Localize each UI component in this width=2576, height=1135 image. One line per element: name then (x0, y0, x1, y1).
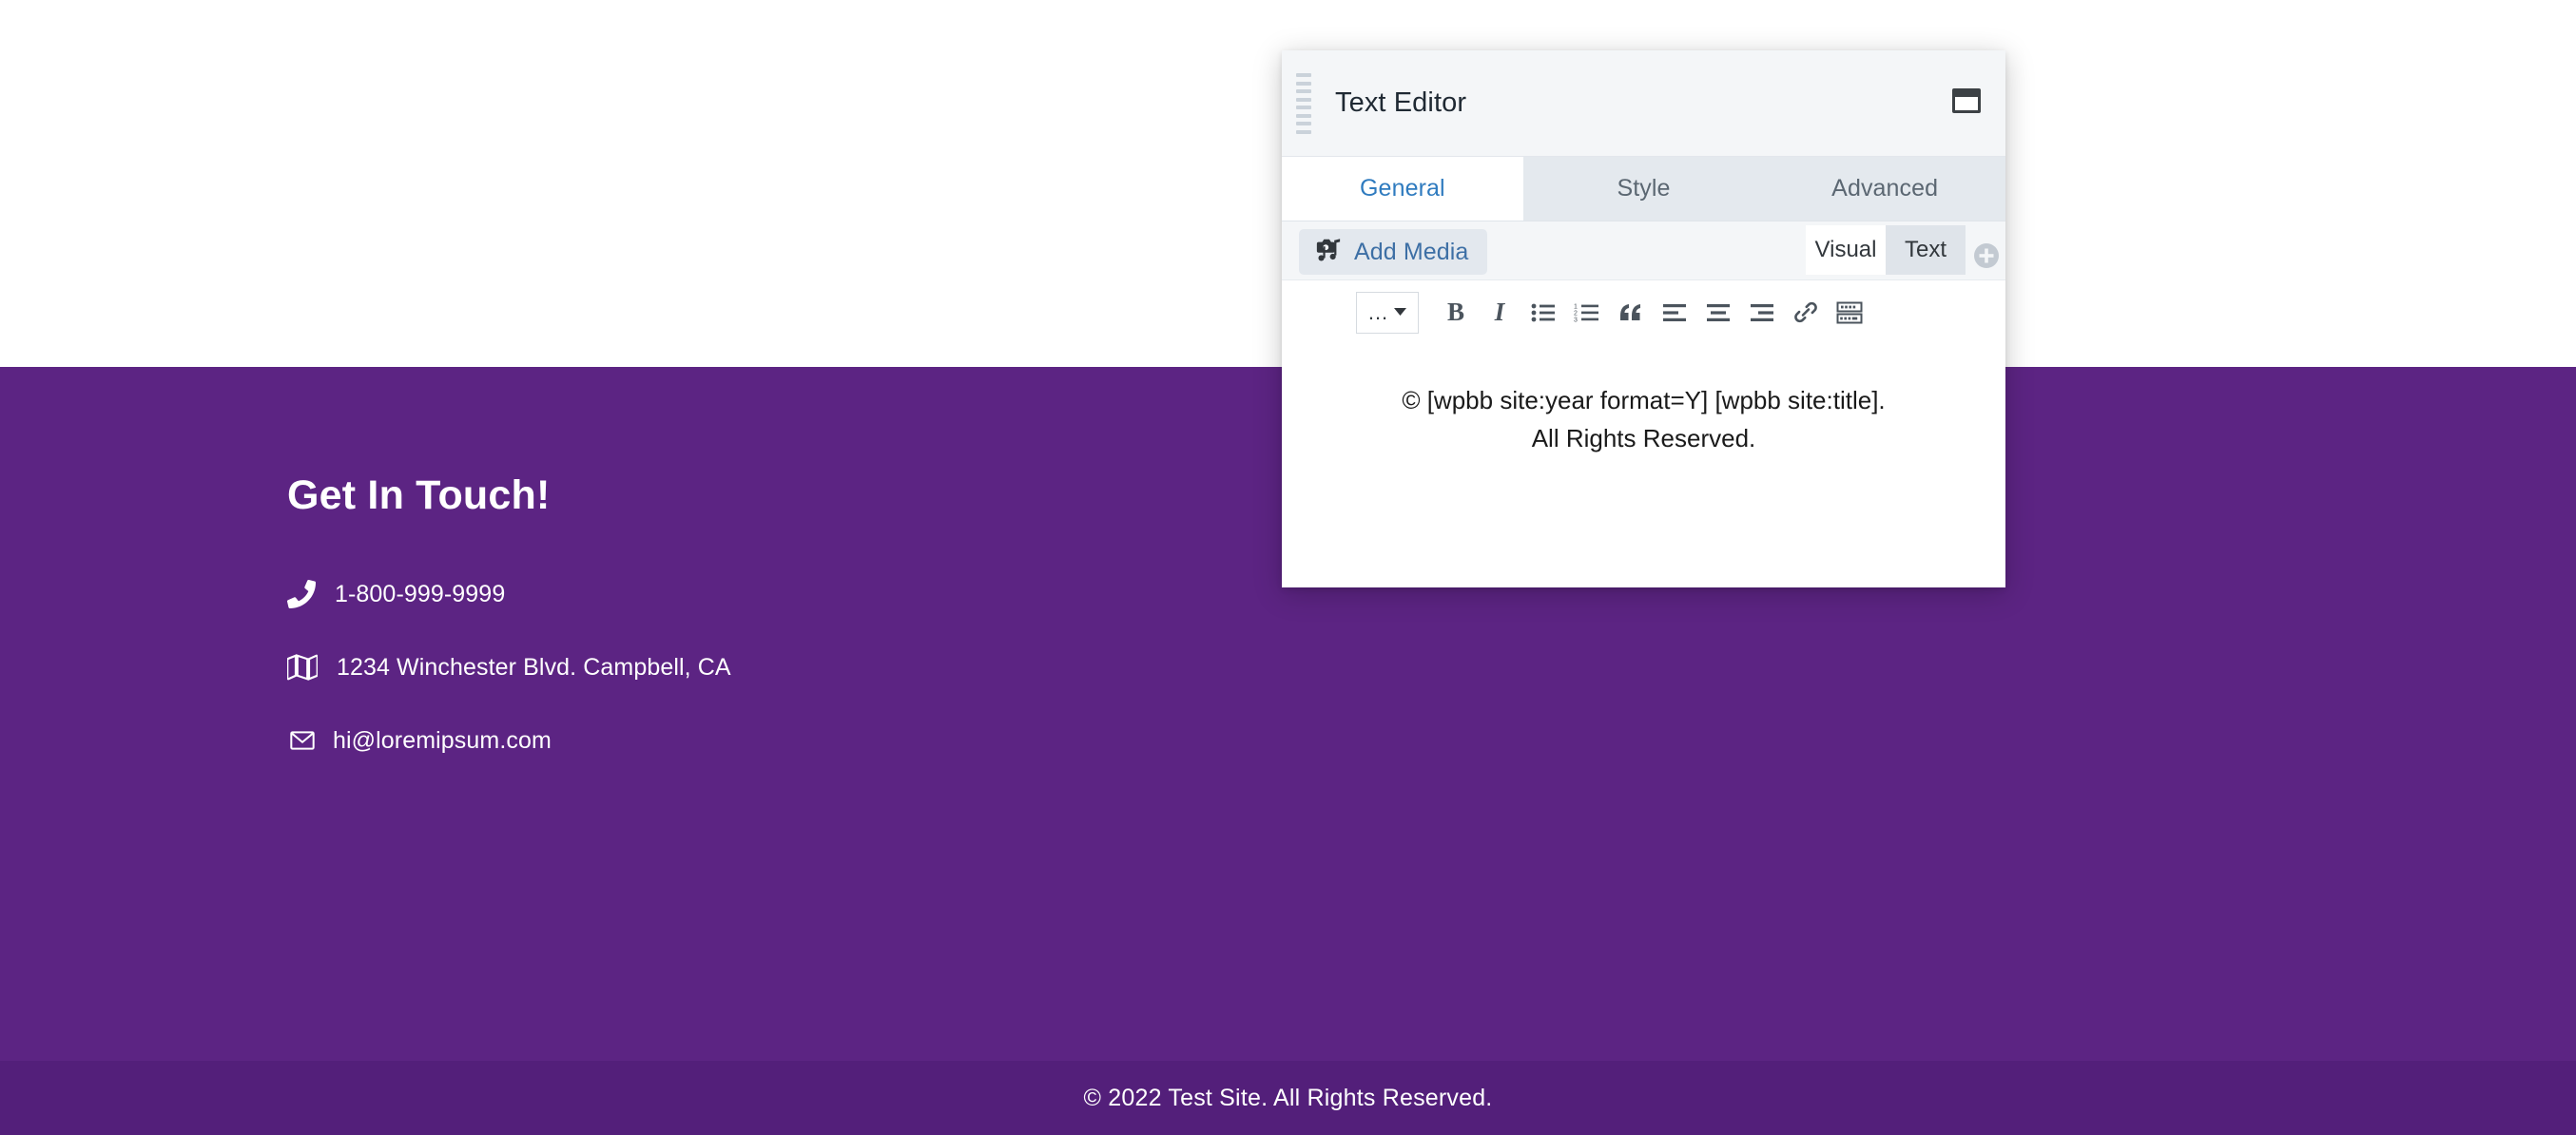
italic-button[interactable]: I (1480, 292, 1520, 334)
bold-button[interactable]: B (1436, 292, 1476, 334)
contact-text-phone: 1-800-999-9999 (327, 578, 505, 610)
contact-text-address: 1234 Winchester Blvd. Campbell, CA (327, 651, 731, 683)
envelope-icon (287, 728, 327, 753)
svg-text:1: 1 (1574, 303, 1578, 310)
contact-row-address[interactable]: 1234 Winchester Blvd. Campbell, CA (287, 651, 1333, 683)
paragraph-format-select[interactable]: ... (1356, 292, 1419, 334)
footer-contact-list: 1-800-999-9999 1234 Winchester Blvd. Cam… (287, 578, 1333, 757)
maximize-window-icon[interactable] (1950, 87, 1983, 115)
align-center-button[interactable] (1698, 292, 1738, 334)
site-copyright-bar: © 2022 Test Site. All Rights Reserved. (0, 1061, 2576, 1135)
add-media-button[interactable]: Add Media (1299, 229, 1487, 275)
format-toolbar: ... B I 1 2 (1282, 280, 2005, 345)
mode-tab-visual[interactable]: Visual (1806, 225, 1886, 275)
svg-text:2: 2 (1574, 310, 1578, 317)
dialog-header: Text Editor (1282, 50, 2005, 157)
paragraph-format-label: ... (1368, 308, 1388, 317)
expand-plus-icon[interactable] (1973, 242, 2000, 269)
bulleted-list-button[interactable] (1523, 292, 1563, 334)
editor-text-line-1: © [wpbb site:year format=Y] [wpbb site:t… (1329, 381, 1958, 419)
map-icon (287, 654, 327, 681)
svg-text:3: 3 (1574, 317, 1578, 323)
drag-handle-icon[interactable] (1293, 71, 1314, 136)
contact-row-email[interactable]: hi@loremipsum.com (287, 724, 1333, 757)
numbered-list-button[interactable]: 1 2 3 (1567, 292, 1607, 334)
tab-advanced-label: Advanced (1831, 175, 1938, 202)
add-media-label: Add Media (1354, 239, 1468, 266)
media-bar: Add Media Visual Text (1282, 221, 2005, 280)
contact-text-email: hi@loremipsum.com (327, 724, 552, 757)
dialog-title: Text Editor (1335, 87, 1466, 119)
dialog-tabs: General Style Advanced (1282, 157, 2005, 221)
chevron-down-icon (1394, 308, 1406, 317)
tab-general-label: General (1360, 175, 1445, 202)
footer-contact-block: Get In Touch! 1-800-999-9999 (287, 471, 1333, 798)
blockquote-button[interactable] (1611, 292, 1651, 334)
footer-heading: Get In Touch! (287, 471, 1333, 521)
phone-icon (287, 580, 327, 608)
contact-row-phone[interactable]: 1-800-999-9999 (287, 578, 1333, 610)
tab-general[interactable]: General (1282, 157, 1523, 221)
mode-tab-visual-label: Visual (1815, 237, 1877, 263)
editor-mode-tabs: Visual Text (1806, 225, 1966, 275)
editor-content-area[interactable]: © [wpbb site:year format=Y] [wpbb site:t… (1282, 345, 2005, 587)
tab-style-label: Style (1617, 175, 1670, 202)
keyboard-toolbar-toggle-button[interactable] (1830, 292, 1869, 334)
tab-style[interactable]: Style (1523, 157, 1765, 221)
insert-link-button[interactable] (1786, 292, 1826, 334)
align-right-button[interactable] (1742, 292, 1782, 334)
site-copyright-text: © 2022 Test Site. All Rights Reserved. (1084, 1085, 1493, 1112)
page-root: Get In Touch! 1-800-999-9999 (0, 0, 2576, 1135)
mode-tab-text[interactable]: Text (1886, 225, 1966, 275)
editor-text-line-2: All Rights Reserved. (1329, 419, 1958, 457)
tab-advanced[interactable]: Advanced (1764, 157, 2005, 221)
text-editor-dialog: Text Editor General Style Advanced (1282, 50, 2005, 587)
media-camera-note-icon (1314, 237, 1343, 268)
mode-tab-text-label: Text (1905, 237, 1947, 263)
align-left-button[interactable] (1655, 292, 1695, 334)
